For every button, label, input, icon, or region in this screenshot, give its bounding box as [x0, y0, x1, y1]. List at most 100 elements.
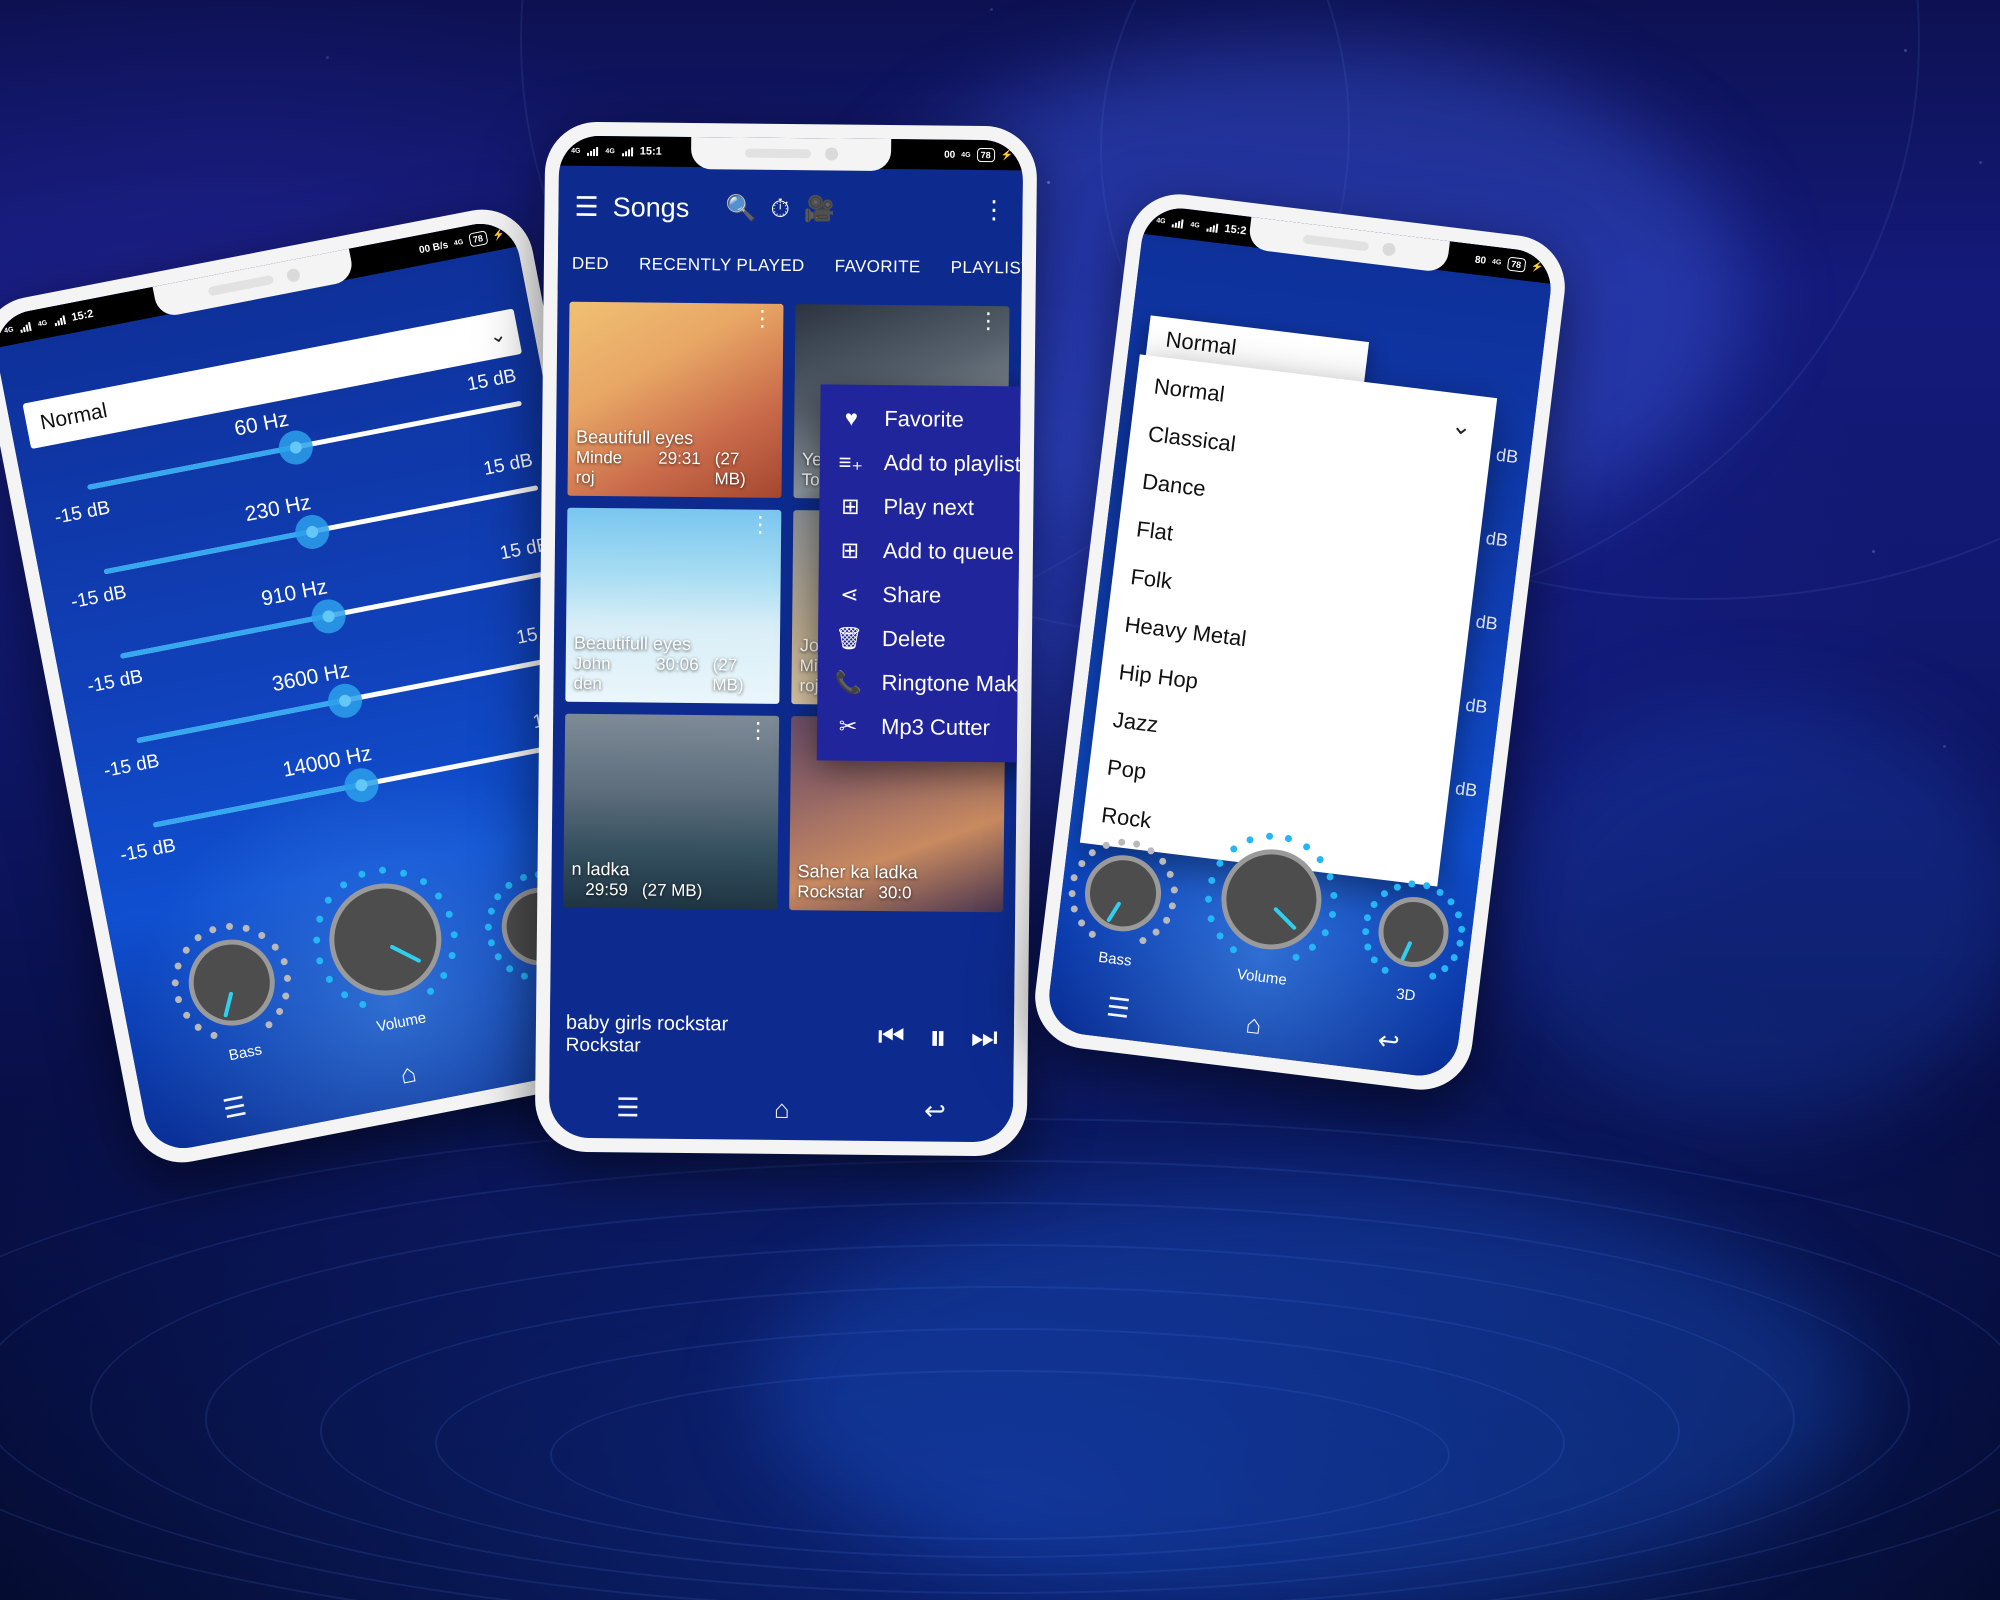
video-camera-icon[interactable]: 🎥	[804, 195, 835, 224]
knob-dial[interactable]	[300, 854, 471, 1025]
knob-tick	[339, 881, 347, 889]
band-slider-thumb[interactable]	[325, 680, 365, 720]
knob-tick	[427, 987, 435, 995]
tab-favorite[interactable]: FAVORITE	[835, 256, 921, 277]
recents-icon[interactable]: ☰	[616, 1092, 640, 1123]
knob-tick	[1078, 919, 1086, 927]
network-label-3: 4G	[961, 151, 970, 158]
knob-tick	[1068, 889, 1076, 897]
knob-volume[interactable]: Volume	[300, 854, 475, 1045]
front-camera	[825, 147, 838, 160]
knob-tick	[1326, 873, 1334, 881]
song-card[interactable]: ⋮ Beautifull eyes Minde roj 29:31 (27 MB)	[567, 302, 783, 498]
knob-volume[interactable]: Volume	[1194, 825, 1346, 994]
knob-tick	[1167, 871, 1175, 879]
context-menu-item-delete[interactable]: 🗑 Delete	[818, 616, 1023, 663]
knob-tick	[440, 971, 448, 979]
song-size: (27 MB)	[714, 449, 774, 490]
knob-tick	[1147, 847, 1155, 855]
tab-ded[interactable]: DED	[572, 254, 609, 274]
knob-tick	[1292, 954, 1300, 962]
tab-recently-played[interactable]: RECENTLY PLAYED	[639, 254, 805, 276]
network-label-1: 4G	[4, 326, 15, 335]
stage-speck	[326, 56, 329, 59]
knob-tick	[494, 893, 502, 901]
faded-band-max-db: dB	[1485, 528, 1509, 552]
knob-tick	[1309, 943, 1317, 951]
knob-tick	[1247, 836, 1255, 844]
context-menu-item-ringtone-maker[interactable]: 📞 Ringtone Maker	[817, 660, 1023, 707]
sleep-timer-icon[interactable]: ⏱	[770, 194, 790, 223]
knob-3d[interactable]: 3D	[1353, 874, 1471, 1010]
search-icon[interactable]: 🔍	[725, 194, 756, 223]
band-slider-thumb[interactable]	[309, 596, 349, 636]
network-label-3: 4G	[1492, 258, 1502, 266]
skip-next-icon[interactable]: ⏭	[971, 1021, 998, 1055]
home-icon[interactable]: ⌂	[774, 1093, 790, 1124]
stage-speck	[1904, 49, 1907, 52]
kebab-menu-icon[interactable]: ⋮	[749, 518, 771, 531]
context-menu-item-favorite[interactable]: ♥ Favorite	[820, 396, 1023, 443]
home-icon[interactable]: ⌂	[397, 1057, 418, 1090]
song-card[interactable]: ⋮ n ladka 29:59 (27 MB)	[563, 714, 779, 910]
knob-tick	[226, 923, 234, 931]
context-menu-item-play-next[interactable]: ⊞ Play next	[819, 484, 1023, 531]
back-nav-icon[interactable]: ↩	[1376, 1024, 1401, 1057]
right-status-left: 4G 4G 15:2	[1144, 213, 1247, 237]
tab-playlists[interactable]: PLAYLISTS	[951, 258, 1024, 279]
kebab-menu-icon[interactable]: ⋮	[751, 312, 773, 325]
faded-band-max-db: dB	[1474, 611, 1498, 635]
knob-face[interactable]	[1375, 893, 1453, 971]
band-slider-thumb[interactable]	[342, 765, 382, 805]
band-slider-thumb[interactable]	[293, 511, 333, 551]
context-menu-item-mp3-cutter[interactable]: ✂ Mp3 Cutter	[817, 704, 1023, 751]
knob-dial[interactable]	[1197, 825, 1346, 974]
knob-face[interactable]	[1081, 851, 1166, 936]
song-artist: Rockstar	[797, 882, 864, 903]
song-subtitle: Rockstar 30:0	[797, 882, 995, 904]
preset-dropdown-list[interactable]: Normal Classical Dance Flat Folk Heavy Metal H…	[1080, 354, 1497, 886]
context-menu-item-share[interactable]: ⋖ Share	[818, 572, 1023, 619]
knob-tick	[505, 881, 513, 889]
knob-tick	[1077, 860, 1085, 868]
context-menu-item-add-to-playlist[interactable]: ≡₊ Add to playlist	[820, 440, 1024, 487]
song-context-menu[interactable]: ♥ Favorite ≡₊ Add to playlist ⊞ Play next ⊞ Add…	[817, 384, 1024, 763]
faded-band-max-db: dB	[1454, 778, 1478, 802]
kebab-menu-icon[interactable]: ⋮	[977, 314, 999, 327]
skip-previous-icon[interactable]: ⏮	[878, 1020, 905, 1054]
song-card[interactable]: ⋮ Beautifull eyes John den 30:06 (27 MB)	[565, 508, 781, 704]
knob-bass[interactable]: Bass	[161, 912, 306, 1072]
knob-tick	[520, 972, 528, 980]
trash-icon: 🗑	[836, 626, 862, 652]
knob-face[interactable]	[320, 874, 451, 1005]
knob-tick	[280, 958, 288, 966]
pause-icon[interactable]: ⏸	[929, 1016, 947, 1059]
mini-player-bar[interactable]: baby girls rockstar Rockstar ⏮ ⏸ ⏭	[549, 992, 1014, 1081]
kebab-menu-icon[interactable]: ⋮	[747, 724, 769, 737]
recents-icon[interactable]: ☰	[220, 1090, 249, 1125]
context-menu-item-label: Delete	[882, 626, 946, 653]
knob-face[interactable]	[1216, 844, 1327, 955]
recents-icon[interactable]: ☰	[1105, 991, 1132, 1025]
band-slider-thumb[interactable]	[276, 427, 316, 467]
context-menu-item-add-to-queue[interactable]: ⊞ Add to queue	[819, 528, 1024, 575]
preset-value: Normal	[38, 399, 109, 435]
signal-bars-1	[587, 146, 598, 156]
play-next-icon: ⊞	[837, 494, 863, 520]
knob-dial[interactable]	[1062, 832, 1185, 955]
knob-dial[interactable]	[1356, 874, 1472, 990]
chevron-down-icon[interactable]: ⌄	[1450, 411, 1473, 442]
knob-tick	[519, 874, 527, 882]
overflow-menu-icon[interactable]: ⋮	[981, 204, 1006, 218]
knob-bass[interactable]: Bass	[1059, 832, 1184, 974]
back-nav-icon[interactable]: ↩	[924, 1095, 946, 1126]
signal-bars-2	[53, 314, 66, 326]
knob-tick	[283, 975, 291, 983]
home-icon[interactable]: ⌂	[1244, 1008, 1263, 1041]
knob-face[interactable]	[181, 932, 282, 1033]
knob-tick	[182, 946, 190, 954]
center-navbar: ☰ ⌂ ↩	[549, 1076, 1014, 1143]
knob-tick	[1102, 841, 1110, 849]
knob-dial[interactable]	[161, 912, 302, 1053]
hamburger-menu-icon[interactable]: ☰	[574, 191, 599, 222]
